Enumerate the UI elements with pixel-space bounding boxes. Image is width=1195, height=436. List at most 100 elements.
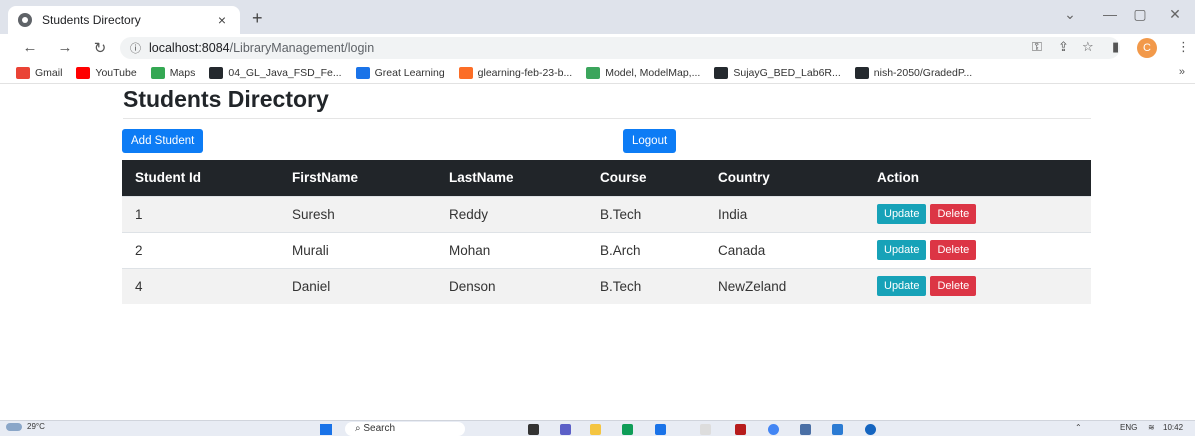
app-icon[interactable] — [865, 424, 876, 435]
browser-tab[interactable]: Students Directory × — [8, 6, 240, 34]
bookmark-favicon-icon — [355, 66, 370, 79]
url-field[interactable]: ⓘ localhost:8084/LibraryManagement/login — [120, 37, 1120, 59]
table-row: 2 Murali Mohan B.Arch Canada Update Delet… — [122, 231, 1091, 268]
bookmark-item[interactable]: Great Learning — [355, 66, 445, 79]
delete-button[interactable]: Delete — [930, 276, 977, 297]
bookmark-item[interactable]: Model, ModelMap,... — [586, 66, 700, 79]
search-label: Search — [363, 423, 396, 434]
cell-student-id: 4 — [122, 267, 279, 304]
windows-start-icon[interactable] — [320, 424, 332, 435]
cell-country: NewZeland — [705, 267, 864, 304]
tray-chevron-icon[interactable]: ⌃ — [1075, 423, 1082, 432]
bookmark-label: nish-2050/GradedP... — [873, 66, 973, 79]
cell-course: B.Arch — [587, 231, 705, 268]
column-header-country: Country — [705, 160, 864, 196]
update-button[interactable]: Update — [877, 276, 927, 297]
chrome-icon[interactable] — [768, 424, 779, 435]
minimize-icon[interactable]: — — [1095, 6, 1125, 22]
bookmark-favicon-icon — [76, 66, 91, 79]
teams-icon[interactable] — [560, 424, 571, 435]
forward-icon[interactable]: → — [55, 39, 75, 56]
bookmark-label: glearning-feb-23-b... — [477, 66, 573, 79]
tab-title: Students Directory — [42, 13, 141, 27]
taskbar: 29°C ⌕ Search ⌃ ENG ≋ 10:42 — [0, 420, 1195, 436]
edge-icon[interactable] — [622, 424, 633, 435]
profile-avatar[interactable]: C — [1137, 38, 1157, 58]
bookmark-favicon-icon — [854, 66, 869, 79]
cell-lastname: Denson — [436, 267, 587, 304]
url-path: /LibraryManagement/login — [229, 41, 375, 55]
language-indicator[interactable]: ENG — [1120, 423, 1137, 432]
close-window-icon[interactable]: ✕ — [1160, 6, 1190, 23]
update-button[interactable]: Update — [877, 204, 927, 224]
restore-icon[interactable]: ▢ — [1125, 6, 1155, 23]
wifi-icon[interactable]: ≋ — [1148, 423, 1155, 432]
column-header-course: Course — [587, 160, 705, 196]
bookmarks-bar: Gmail YouTube Maps 04_GL_Java_FSD_Fe... Grea… — [0, 62, 1195, 84]
bookmark-label: Gmail — [35, 66, 63, 79]
update-button[interactable]: Update — [877, 240, 927, 260]
key-icon[interactable]: ⚿ — [1032, 39, 1042, 55]
bookmark-item[interactable]: 04_GL_Java_FSD_Fe... — [209, 66, 342, 79]
bookmark-item[interactable]: glearning-feb-23-b... — [458, 66, 573, 79]
url-host: localhost:8084 — [149, 41, 230, 55]
cell-lastname: Mohan — [436, 231, 587, 268]
reload-icon[interactable]: ↻ — [90, 39, 110, 57]
chevron-down-icon[interactable]: ⌄ — [1055, 6, 1085, 23]
back-icon[interactable]: ← — [20, 39, 40, 56]
vscode-icon[interactable] — [832, 424, 843, 435]
cell-action: Update Delete — [864, 231, 1091, 268]
bookmark-favicon-icon — [150, 66, 165, 79]
task-view-icon[interactable] — [528, 424, 539, 435]
divider — [123, 118, 1091, 119]
close-tab-icon[interactable]: × — [214, 12, 230, 28]
logout-button[interactable]: Logout — [623, 129, 677, 153]
cell-action: Update Delete — [864, 195, 1091, 232]
app-icon[interactable] — [735, 424, 746, 435]
bookmark-label: YouTube — [95, 66, 137, 79]
ide-icon[interactable] — [800, 424, 811, 435]
address-bar-row: ← → ↻ ⓘ localhost:8084/LibraryManagement… — [0, 34, 1195, 62]
cell-student-id: 1 — [122, 195, 279, 232]
bookmark-item[interactable]: SujayG_BED_Lab6R... — [714, 66, 841, 79]
bookmark-favicon-icon — [714, 66, 729, 79]
add-student-button[interactable]: Add Student — [122, 129, 204, 153]
bookmark-label: SujayG_BED_Lab6R... — [733, 66, 841, 79]
bookmark-star-icon[interactable]: ☆ — [1082, 39, 1094, 55]
column-header-lastname: LastName — [436, 160, 587, 196]
bookmark-item[interactable]: nish-2050/GradedP... — [854, 66, 973, 79]
bookmark-label: Great Learning — [374, 66, 445, 79]
store-icon[interactable] — [655, 424, 666, 435]
cell-course: B.Tech — [587, 267, 705, 304]
bookmark-item[interactable]: Gmail — [16, 66, 63, 79]
temperature: 29°C — [27, 422, 45, 431]
clock[interactable]: 10:42 — [1163, 423, 1183, 432]
bookmark-item[interactable]: Maps — [150, 66, 195, 79]
cell-firstname: Murali — [279, 231, 436, 268]
delete-button[interactable]: Delete — [930, 240, 977, 260]
site-info-icon[interactable]: ⓘ — [130, 40, 141, 56]
cell-country: India — [705, 195, 864, 232]
table-header-row: Student Id FirstName LastName Course Cou… — [122, 160, 1091, 196]
taskbar-search[interactable]: ⌕ Search — [345, 422, 465, 436]
bookmark-favicon-icon — [586, 66, 601, 79]
tab-favicon-icon — [18, 13, 32, 27]
bookmark-favicon-icon — [458, 66, 473, 79]
table-row: 4 Daniel Denson B.Tech NewZeland Update D… — [122, 267, 1091, 304]
cell-student-id: 2 — [122, 231, 279, 268]
bookmark-item[interactable]: YouTube — [76, 66, 137, 79]
bookmarks-overflow-icon[interactable]: » — [1179, 66, 1185, 78]
new-tab-button[interactable]: + — [252, 8, 263, 29]
side-panel-icon[interactable]: ▮ — [1112, 39, 1119, 55]
document-icon[interactable] — [700, 424, 711, 435]
file-explorer-icon[interactable] — [590, 424, 601, 435]
delete-button[interactable]: Delete — [930, 204, 977, 224]
column-header-firstname: FirstName — [279, 160, 436, 196]
share-icon[interactable]: ⇪ — [1058, 39, 1069, 55]
cell-firstname: Suresh — [279, 195, 436, 232]
table-row: 1 Suresh Reddy B.Tech India Update Delete — [122, 195, 1091, 232]
menu-icon[interactable]: ⋮ — [1177, 39, 1190, 55]
bookmark-favicon-icon — [209, 66, 224, 79]
column-header-student-id: Student Id — [122, 160, 279, 196]
weather-widget[interactable]: 29°C — [6, 422, 45, 431]
